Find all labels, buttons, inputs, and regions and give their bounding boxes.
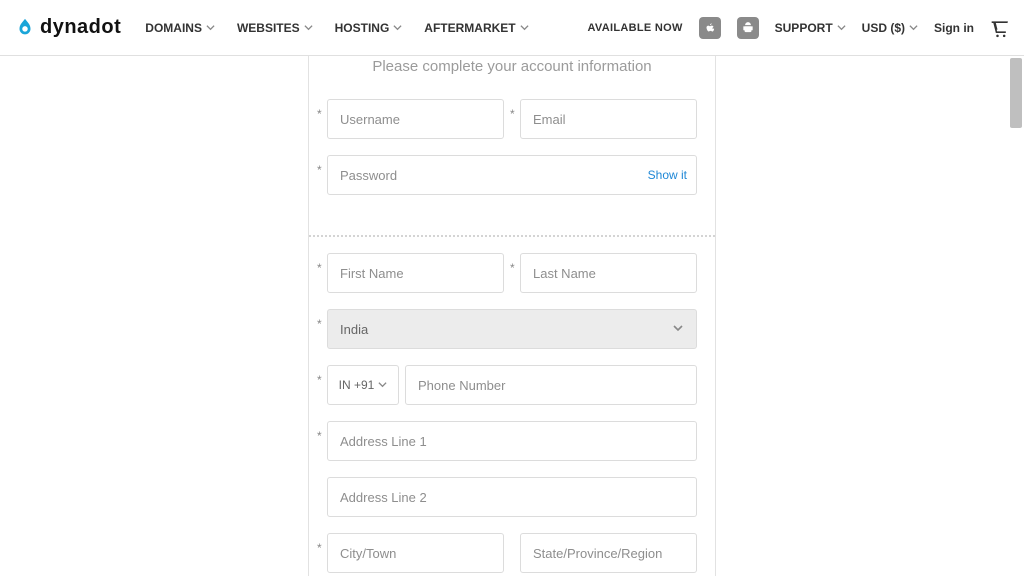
- password-input[interactable]: [327, 155, 697, 195]
- apple-app-icon[interactable]: [699, 17, 721, 39]
- nav-aftermarket[interactable]: AFTERMARKET: [424, 21, 528, 35]
- required-marker: *: [317, 317, 322, 331]
- chevron-down-icon: [837, 23, 846, 32]
- nav-hosting[interactable]: HOSTING: [335, 21, 403, 35]
- nav-domains-label: DOMAINS: [145, 21, 202, 35]
- nav-support-label: SUPPORT: [775, 21, 833, 35]
- address1-input[interactable]: [327, 421, 697, 461]
- required-marker: *: [317, 107, 322, 121]
- last-name-input[interactable]: [520, 253, 697, 293]
- top-nav: dynadot DOMAINS WEBSITES HOSTING AFTERMA…: [0, 0, 1024, 56]
- cart-icon[interactable]: [990, 18, 1010, 38]
- required-marker: *: [510, 107, 515, 121]
- form-heading: Please complete your account information: [309, 56, 715, 99]
- flame-icon: [14, 17, 36, 39]
- required-marker: *: [317, 429, 322, 443]
- chevron-down-icon: [672, 322, 684, 337]
- required-marker: *: [317, 541, 322, 555]
- email-input[interactable]: [520, 99, 697, 139]
- currency-label: USD ($): [862, 21, 905, 35]
- header-right: AVAILABLE NOW SUPPORT USD ($) Sign in: [587, 17, 1010, 39]
- brand-text: dynadot: [40, 16, 121, 39]
- chevron-down-icon: [304, 23, 313, 32]
- android-app-icon[interactable]: [737, 17, 759, 39]
- username-input[interactable]: [327, 99, 504, 139]
- signup-card: Please complete your account information…: [308, 56, 716, 576]
- chevron-down-icon: [206, 23, 215, 32]
- chevron-down-icon: [378, 378, 387, 392]
- phone-input[interactable]: [405, 365, 697, 405]
- available-now-label: AVAILABLE NOW: [587, 22, 682, 34]
- nav-support[interactable]: SUPPORT: [775, 21, 846, 35]
- nav-websites[interactable]: WEBSITES: [237, 21, 313, 35]
- city-input[interactable]: [327, 533, 504, 573]
- scrollbar[interactable]: [1010, 56, 1022, 576]
- sign-in-link[interactable]: Sign in: [934, 21, 974, 35]
- show-password-toggle[interactable]: Show it: [648, 168, 687, 182]
- account-section: * * * Show it: [309, 99, 715, 225]
- required-marker: *: [510, 261, 515, 275]
- country-select[interactable]: India: [327, 309, 697, 349]
- required-marker: *: [317, 261, 322, 275]
- phone-cc-label: IN +91: [339, 378, 375, 392]
- address2-input[interactable]: [327, 477, 697, 517]
- nav-domains[interactable]: DOMAINS: [145, 21, 215, 35]
- chevron-down-icon: [909, 23, 918, 32]
- state-input[interactable]: [520, 533, 697, 573]
- phone-country-code[interactable]: IN +91: [327, 365, 399, 405]
- required-marker: *: [317, 373, 322, 387]
- primary-nav: DOMAINS WEBSITES HOSTING AFTERMARKET: [145, 21, 528, 35]
- required-marker: *: [317, 163, 322, 177]
- nav-aftermarket-label: AFTERMARKET: [424, 21, 515, 35]
- country-select-value: India: [340, 322, 368, 337]
- scrollbar-thumb[interactable]: [1010, 58, 1022, 128]
- chevron-down-icon: [393, 23, 402, 32]
- section-divider: [309, 235, 715, 237]
- nav-websites-label: WEBSITES: [237, 21, 300, 35]
- chevron-down-icon: [520, 23, 529, 32]
- page-viewport: Please complete your account information…: [0, 56, 1024, 576]
- brand-logo[interactable]: dynadot: [14, 16, 121, 39]
- currency-selector[interactable]: USD ($): [862, 21, 918, 35]
- first-name-input[interactable]: [327, 253, 504, 293]
- nav-hosting-label: HOSTING: [335, 21, 390, 35]
- contact-section: * * * India *: [309, 253, 715, 576]
